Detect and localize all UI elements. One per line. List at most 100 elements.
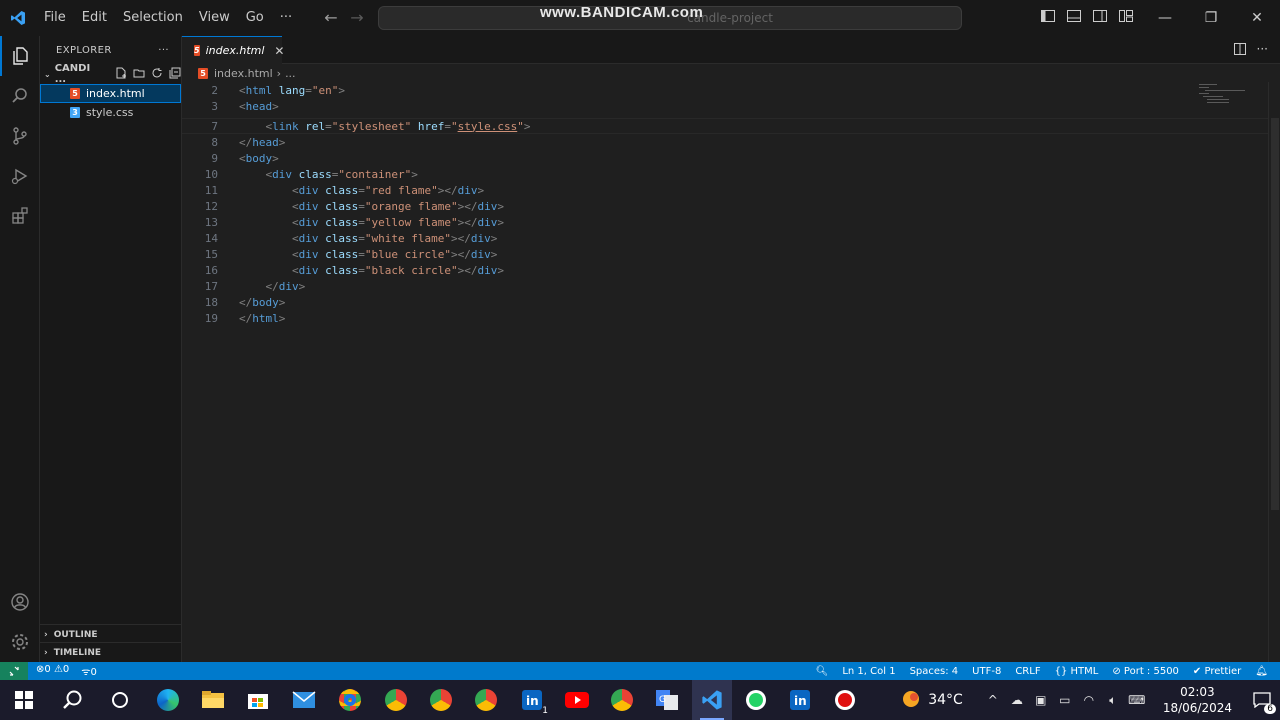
editor-scrollbar[interactable] [1268, 82, 1280, 662]
zoom-icon[interactable]: 🔍︎ [816, 666, 829, 677]
minimize-icon[interactable]: — [1142, 0, 1188, 36]
collapse-all-icon[interactable] [169, 67, 181, 82]
code-line: 12 <div class="orange flame"></div> [182, 198, 1268, 214]
chevron-up-icon[interactable]: ^ [981, 680, 1005, 720]
source-control-icon[interactable] [0, 116, 40, 156]
encoding[interactable]: UTF-8 [972, 666, 1001, 677]
vscode-taskbar-icon[interactable] [692, 680, 732, 720]
device-icon[interactable]: ▣ [1029, 680, 1053, 720]
accounts-icon[interactable] [0, 582, 40, 622]
problems-indicator[interactable]: ⊗0 ⚠0 [36, 664, 69, 678]
tab-index-html[interactable]: 5 index.html ✕ [182, 36, 284, 64]
menu-file[interactable]: File [36, 0, 74, 36]
volume-icon[interactable]: 🔈︎ [1101, 680, 1125, 720]
google-translate-icon[interactable]: G [647, 680, 687, 720]
mail-icon[interactable] [284, 680, 324, 720]
explorer-icon[interactable] [0, 36, 40, 76]
chrome-profile-icon[interactable] [421, 680, 461, 720]
language-mode[interactable]: {} HTML [1055, 666, 1099, 677]
minimap[interactable] [1195, 82, 1255, 112]
line-number: 19 [204, 311, 218, 325]
forward-arrow-icon[interactable]: → [344, 8, 370, 27]
prettier-status[interactable]: ✔ Prettier [1193, 666, 1241, 677]
toggle-sidebar-icon[interactable] [1040, 8, 1058, 26]
notification-count: 6 [1264, 704, 1276, 714]
run-debug-icon[interactable] [0, 156, 40, 196]
code-line: 19 </html> [182, 310, 1268, 326]
breadcrumb-more[interactable]: ... [285, 67, 296, 80]
line-number: 18 [204, 295, 218, 309]
chrome-profile-icon[interactable] [376, 680, 416, 720]
windows-start-icon[interactable] [4, 680, 44, 720]
bandicam-record-icon[interactable] [825, 680, 865, 720]
linkedin-badge: 1 [542, 706, 548, 716]
menu-go[interactable]: Go [238, 0, 272, 36]
chevron-right-icon: › [276, 66, 282, 80]
end-of-line[interactable]: CRLF [1015, 666, 1040, 677]
chrome-profile-icon[interactable] [466, 680, 506, 720]
clock[interactable]: 02:03 18/06/2024 [1163, 684, 1232, 716]
menu-view[interactable]: View [191, 0, 238, 36]
warning-count: 0 [62, 664, 70, 675]
chrome-profile-icon[interactable] [602, 680, 642, 720]
weather-icon[interactable] [900, 688, 922, 713]
customize-layout-icon[interactable] [1118, 8, 1136, 26]
more-actions-icon[interactable]: ··· [1257, 42, 1268, 59]
whatsapp-icon[interactable] [736, 680, 776, 720]
youtube-icon[interactable] [557, 680, 597, 720]
battery-icon[interactable]: ▭ [1053, 680, 1077, 720]
ports-count: 0 [90, 667, 97, 678]
linkedin-app-icon[interactable]: in 1 [512, 680, 552, 720]
new-folder-icon[interactable] [133, 67, 145, 82]
weather-temperature[interactable]: 34°C [928, 692, 963, 708]
notification-center-icon[interactable]: 6 [1244, 680, 1280, 720]
file-item-style-css[interactable]: 3 style.css [40, 103, 181, 122]
code-line: 3 <head> [182, 98, 1268, 114]
indentation[interactable]: Spaces: 4 [910, 666, 959, 677]
file-explorer-icon[interactable] [193, 680, 233, 720]
chevron-right-icon: › [44, 629, 48, 640]
search-icon[interactable] [0, 76, 40, 116]
cortana-icon[interactable] [100, 680, 140, 720]
explorer-sidebar: EXPLORER ··· ⌄ CANDI ... 5 index.html 3 … [40, 36, 182, 662]
keyboard-icon[interactable]: ⌨ [1125, 680, 1149, 720]
menu-selection[interactable]: Selection [115, 0, 191, 36]
remote-icon[interactable] [0, 662, 28, 680]
timeline-label: TIMELINE [53, 647, 102, 658]
refresh-icon[interactable] [151, 67, 163, 82]
menu-edit[interactable]: Edit [74, 0, 115, 36]
new-file-icon[interactable] [115, 67, 127, 82]
settings-gear-icon[interactable] [0, 622, 40, 662]
linkedin-web-icon[interactable]: in [780, 680, 820, 720]
edge-icon[interactable] [148, 680, 188, 720]
breadcrumb-file[interactable]: index.html [214, 67, 273, 80]
close-tab-icon[interactable]: ✕ [274, 44, 284, 58]
code-editor[interactable]: 2 <html lang="en"> 3 <head> 7 <link rel="s… [182, 82, 1268, 662]
back-arrow-icon[interactable]: ← [318, 8, 344, 27]
chrome-icon[interactable] [330, 680, 370, 720]
timeline-section[interactable]: › TIMELINE [40, 642, 182, 662]
scrollbar-thumb[interactable] [1271, 118, 1279, 510]
close-window-icon[interactable]: ✕ [1234, 0, 1280, 36]
notifications-bell-icon[interactable]: 🔔︎ [1255, 666, 1268, 677]
braces-icon: {} [1054, 665, 1068, 677]
vscode-logo-icon [0, 0, 36, 36]
project-folder[interactable]: ⌄ CANDI ... [40, 63, 181, 85]
cloud-icon[interactable]: ☁ [1005, 680, 1029, 720]
outline-section[interactable]: › OUTLINE [40, 624, 182, 644]
menu-more[interactable]: ··· [272, 0, 300, 36]
extensions-icon[interactable] [0, 196, 40, 236]
toggle-panel-icon[interactable] [1066, 8, 1084, 26]
windows-taskbar: in 1 G in 34°C ^ ☁ ▣ ▭ ◠ 🔈︎ ⌨ 02:03 18/0… [0, 680, 1280, 720]
cursor-position[interactable]: Ln 1, Col 1 [842, 666, 895, 677]
taskbar-search-icon[interactable] [52, 680, 92, 720]
restore-icon[interactable]: ❐ [1188, 0, 1234, 36]
explorer-more-icon[interactable]: ··· [158, 45, 169, 56]
wifi-icon[interactable]: ◠ [1077, 680, 1101, 720]
live-server-port[interactable]: ⊘ Port : 5500 [1112, 666, 1179, 677]
split-editor-icon[interactable] [1233, 42, 1247, 59]
toggle-secondary-sidebar-icon[interactable] [1092, 8, 1110, 26]
file-item-index-html[interactable]: 5 index.html [40, 84, 181, 103]
microsoft-store-icon[interactable] [238, 680, 278, 720]
ports-indicator[interactable]: ᯤ0 [81, 664, 97, 678]
